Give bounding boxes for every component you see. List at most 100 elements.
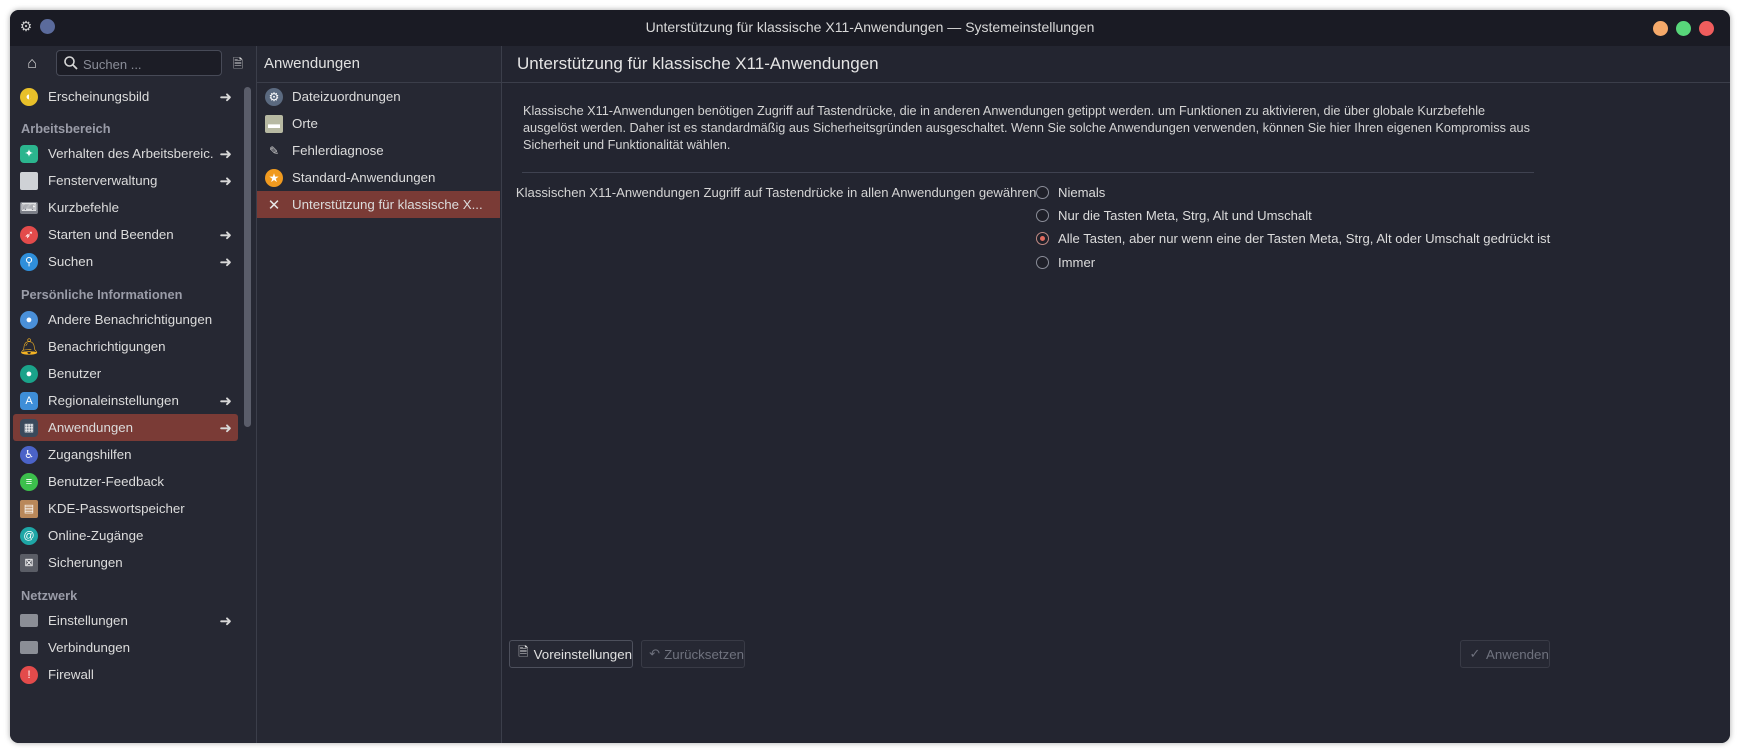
subpanel-item-standard-anwendungen[interactable]: ★ Standard-Anwendungen	[257, 164, 500, 191]
radio-option-niemals[interactable]: Niemals	[1036, 181, 1105, 203]
radio-label: Niemals	[1058, 184, 1106, 200]
rocket-icon: ➶	[20, 225, 38, 244]
section-arbeitsbereich: Arbeitsbereich	[21, 121, 111, 136]
sidebar-item-label: Suchen	[48, 254, 94, 269]
applications-icon: ▦	[20, 418, 38, 437]
sidebar-item-verhalten[interactable]: ✦ Verhalten des Arbeitsbereic... ➜	[13, 140, 238, 167]
file-associations-icon: ⚙	[265, 87, 283, 106]
sidebar-item-label: Einstellungen	[48, 613, 128, 628]
sidebar-item-label: KDE-Passwortspeicher	[48, 501, 185, 516]
sidebar-item-label: Verbindungen	[48, 640, 131, 655]
sidebar-item-label: Regionaleinstellungen	[48, 393, 179, 408]
subpanel-item-label: Dateizuordnungen	[292, 89, 401, 104]
sidebar-item-label: Benutzer-Feedback	[48, 474, 165, 489]
content-pane: Unterstützung für klassische X11-Anwendu…	[502, 46, 1730, 743]
sidebar-item-label: Verhalten des Arbeitsbereic...	[48, 146, 213, 161]
close-button[interactable]	[1699, 21, 1714, 36]
sidebar-scrollbar[interactable]	[244, 87, 251, 427]
subpanel-item-dateizuordnungen[interactable]: ⚙ Dateizuordnungen	[257, 83, 500, 110]
sidebar-list: ◐ Erscheinungsbild ➜ Arbeitsbereich ✦ Ve…	[10, 83, 244, 743]
checkmark-icon: ✓	[1469, 646, 1481, 661]
workspace-behavior-icon: ✦	[20, 144, 38, 163]
subpanel-item-fehlerdiagnose[interactable]: ✎ Fehlerdiagnose	[257, 137, 500, 164]
highlight-changed-icon[interactable]: 🗎	[228, 54, 248, 74]
x11-icon: ✕	[267, 196, 281, 214]
subpanel-item-x11-unterstuetzung[interactable]: ✕ Unterstützung für klassische X...	[257, 191, 500, 218]
sidebar-item-kurzbefehle[interactable]: ⌨ Kurzbefehle	[13, 194, 238, 221]
wallet-icon: ▤	[20, 499, 38, 518]
apply-button[interactable]: ✓ Anwenden	[1460, 640, 1550, 668]
sidebar-item-label: Benachrichtigungen	[48, 339, 166, 354]
sidebar-item-starten[interactable]: ➶ Starten und Beenden ➜	[13, 221, 238, 248]
subpanel-item-label: Orte	[292, 116, 318, 131]
sidebar-item-label: Andere Benachrichtigungen	[48, 312, 213, 327]
radio-label: Immer	[1058, 254, 1096, 270]
sidebar-item-online-zugaenge[interactable]: @ Online-Zugänge	[13, 522, 238, 549]
maximize-button[interactable]	[1676, 21, 1691, 36]
sidebar-item-fensterverwaltung[interactable]: Fensterverwaltung ➜	[13, 167, 238, 194]
sidebar-header: ⌂ 🗎	[10, 46, 256, 82]
home-icon[interactable]: ⌂	[22, 54, 42, 74]
minimize-button[interactable]	[1653, 21, 1668, 36]
radio-label: Alle Tasten, aber nur wenn eine der Tast…	[1058, 230, 1551, 246]
radio-button[interactable]	[1036, 208, 1049, 222]
radio-button[interactable]	[1036, 185, 1049, 199]
undo-icon: ↶	[649, 646, 661, 661]
arrow-right-icon: ➜	[219, 613, 232, 630]
feedback-icon: ≡	[20, 472, 38, 491]
sidebar-item-kde-passwortspeicher[interactable]: ▤ KDE-Passwortspeicher	[13, 495, 238, 522]
defaults-label: Voreinstellungen	[533, 646, 632, 662]
radio-button-checked[interactable]	[1036, 231, 1049, 245]
sidebar-item-regionaleinstellungen[interactable]: A Regionaleinstellungen ➜	[13, 387, 238, 414]
sidebar-item-benutzer-feedback[interactable]: ≡ Benutzer-Feedback	[13, 468, 238, 495]
document-revert-icon: 🗎	[518, 644, 529, 659]
sidebar-item-andere-benachrichtigungen[interactable]: ● Andere Benachrichtigungen	[13, 306, 238, 333]
keyboard-icon: ⌨	[20, 201, 38, 214]
sidebar-item-firewall[interactable]: ! Firewall	[13, 661, 238, 688]
sidebar-item-einstellungen[interactable]: Einstellungen ➜	[13, 607, 238, 634]
appearance-icon: ◐	[20, 87, 38, 106]
search-input[interactable]	[81, 54, 221, 74]
sidebar-item-zugangshilfen[interactable]: ♿︎ Zugangshilfen	[13, 441, 238, 468]
radio-option-all-with-modifier[interactable]: Alle Tasten, aber nur wenn eine der Tast…	[1036, 227, 1550, 249]
sidebar-item-label: Benutzer	[48, 366, 102, 381]
other-notifications-icon: ●	[20, 310, 38, 329]
firewall-icon: !	[20, 665, 38, 684]
radio-label: Nur die Tasten Meta, Strg, Alt und Umsch…	[1058, 207, 1312, 223]
arrow-right-icon: ➜	[219, 254, 232, 271]
backup-icon: ⊠	[20, 553, 38, 572]
reset-label: Zurücksetzen	[664, 646, 744, 662]
arrow-right-icon: ➜	[219, 227, 232, 244]
defaults-button[interactable]: 🗎 Voreinstellungen	[509, 640, 633, 668]
sidebar-item-benachrichtigungen[interactable]: 🔔︎ Benachrichtigungen	[13, 333, 238, 360]
arrow-right-icon: ➜	[219, 89, 232, 106]
sidebar-item-benutzer[interactable]: ● Benutzer	[13, 360, 238, 387]
sidebar-item-label: Starten und Beenden	[48, 227, 174, 242]
search-field[interactable]	[56, 50, 222, 76]
sidebar-item-sicherungen[interactable]: ⊠ Sicherungen	[13, 549, 238, 576]
description-text: Klassische X11-Anwendungen benötigen Zug…	[523, 104, 1530, 152]
sidebar-item-verbindungen[interactable]: Verbindungen	[13, 634, 238, 661]
subpanel-item-orte[interactable]: ▬ Orte	[257, 110, 500, 137]
connections-icon	[20, 641, 38, 654]
subpanel-title: Anwendungen	[264, 55, 360, 72]
radio-button[interactable]	[1036, 255, 1049, 269]
section-netzwerk: Netzwerk	[21, 588, 78, 603]
online-accounts-icon: @	[20, 526, 38, 545]
sidebar-item-suchen[interactable]: ⚲ Suchen ➜	[13, 248, 238, 275]
window-title: Unterstützung für klassische X11-Anwendu…	[645, 19, 1095, 35]
window-management-icon	[20, 171, 38, 190]
sidebar-item-anwendungen[interactable]: ▦ Anwendungen ➜	[13, 414, 238, 441]
sidebar-item-label: Kurzbefehle	[48, 200, 119, 215]
sidebar: ⌂ 🗎 ◐ Erscheinungsbild ➜ Arbeitsbereich …	[10, 46, 257, 743]
reset-button[interactable]: ↶ Zurücksetzen	[641, 640, 745, 668]
radio-option-immer[interactable]: Immer	[1036, 251, 1095, 273]
sidebar-item-label: Firewall	[48, 667, 94, 682]
radio-option-modifier-only[interactable]: Nur die Tasten Meta, Strg, Alt und Umsch…	[1036, 204, 1312, 226]
network-settings-icon	[20, 614, 38, 627]
apply-label: Anwenden	[1486, 646, 1549, 662]
sidebar-item-erscheinungsbild[interactable]: ◐ Erscheinungsbild ➜	[13, 83, 238, 110]
user-icon: ●	[20, 364, 38, 383]
sidebar-item-label: Erscheinungsbild	[48, 89, 150, 104]
accessibility-icon: ♿︎	[20, 445, 38, 464]
